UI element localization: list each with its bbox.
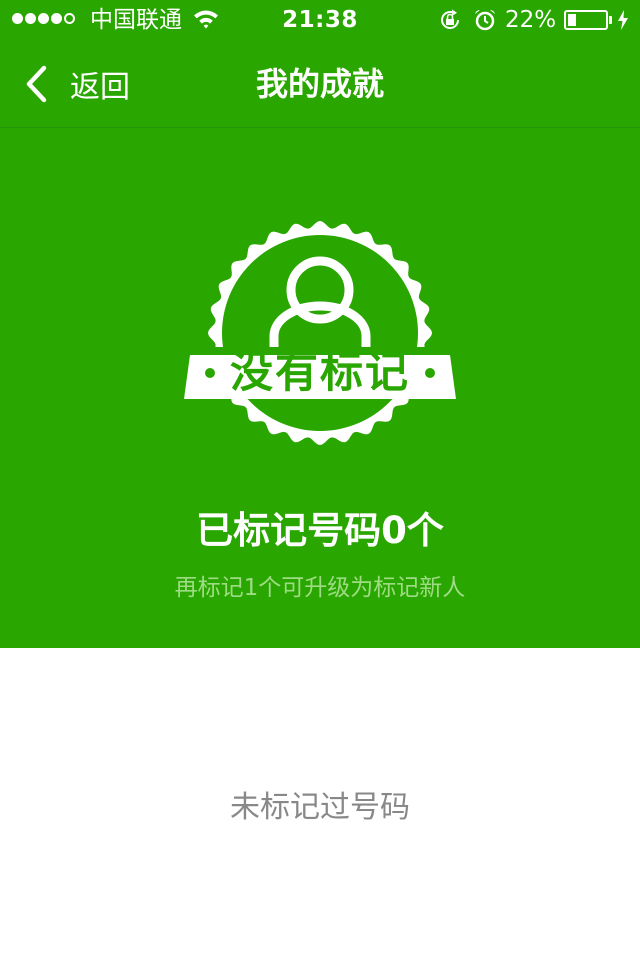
page-title: 我的成就: [255, 65, 384, 103]
marked-count-text: 已标记号码0个: [196, 509, 444, 552]
empty-records-text: 未标记过号码: [230, 790, 410, 825]
alarm-icon: [475, 9, 495, 31]
battery-level: [568, 14, 576, 26]
battery-percent: 22%: [505, 7, 557, 33]
battery-cap: [609, 16, 612, 24]
status-bar: 中国联通 21:38 22%: [0, 0, 640, 40]
upgrade-hint: 再标记1个可升级为标记新人: [174, 575, 466, 601]
bolt-icon: [618, 10, 628, 30]
badge-seal-icon: [184, 221, 456, 445]
navigation-bar: 返回 我的成就: [0, 40, 640, 128]
badge-label: 没有标记: [230, 348, 410, 398]
header: 中国联通 21:38 22% 返回 我的成就: [0, 0, 640, 128]
rotation-lock-icon: [441, 9, 459, 29]
achievement-badge: 没有标记: [180, 208, 460, 468]
battery-icon: [564, 10, 608, 30]
achievement-panel: 没有标记 已标记号码0个 再标记1个可升级为标记新人: [0, 128, 640, 648]
